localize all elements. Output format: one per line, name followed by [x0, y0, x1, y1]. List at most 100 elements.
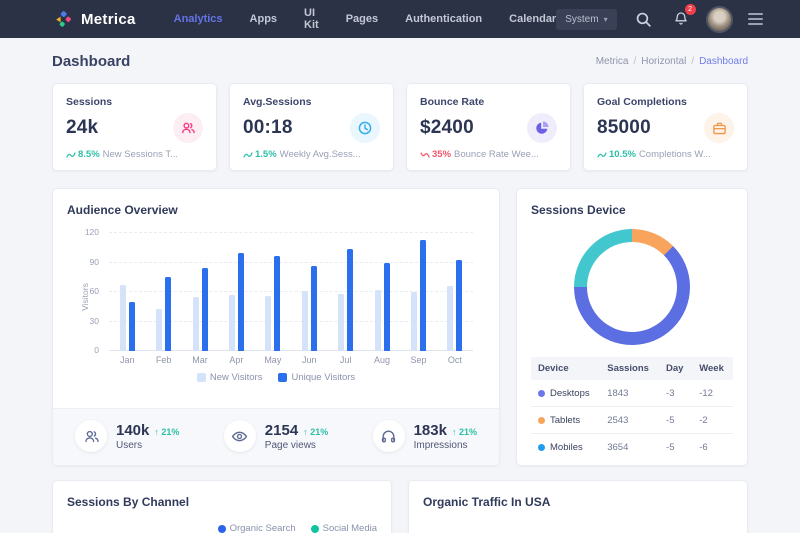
y-tick-label: 0 [94, 345, 99, 355]
metrica-logo-icon [55, 10, 74, 29]
footer-stat-impressions: 183k ↑ 21% Impressions [373, 420, 477, 452]
users-icon [173, 113, 203, 143]
navbar-right: System ▾ 2 [556, 8, 762, 31]
sessions-device-donut-chart[interactable] [574, 229, 690, 345]
stat-title: Avg.Sessions [243, 96, 380, 108]
x-tick-label: Jun [291, 355, 327, 365]
bar [338, 294, 344, 351]
stat-card-sessions: Sessions 24k 8.5% New Sessions T... [52, 83, 217, 171]
nav-item-analytics[interactable]: Analytics [174, 13, 223, 25]
breadcrumb-horizontal[interactable]: Horizontal [641, 56, 686, 67]
bar [165, 277, 171, 351]
nav-item-ui-kit[interactable]: UI Kit [304, 7, 319, 31]
x-tick-label: Oct [437, 355, 473, 365]
bar-group-may[interactable] [255, 233, 291, 351]
column-header-device: Device [531, 357, 600, 380]
footer-stat-value: 183k [414, 422, 447, 439]
bar-group-jan[interactable] [109, 233, 145, 351]
x-tick-label: Mar [182, 355, 218, 365]
stat-title: Bounce Rate [420, 96, 557, 108]
bar [120, 285, 126, 351]
y-tick-label: 90 [90, 257, 99, 267]
sessions-by-channel-title: Sessions By Channel [67, 495, 377, 509]
legend-item-organic-search[interactable]: Organic Search [218, 523, 296, 533]
stat-cards-row: Sessions 24k 8.5% New Sessions T... Avg.… [0, 83, 800, 171]
briefcase-icon [704, 113, 734, 143]
bar-group-oct[interactable] [437, 233, 473, 351]
stat-card-bounce-rate: Bounce Rate $2400 35% Bounce Rate Wee... [406, 83, 571, 171]
bar [420, 240, 426, 351]
y-tick-label: 30 [90, 316, 99, 326]
legend-swatch [278, 373, 287, 382]
sessions-device-title: Sessions Device [531, 203, 733, 217]
channel-legend: Organic Search Social Media [67, 523, 377, 533]
footer-stat-delta: ↑ 21% [154, 427, 179, 437]
headphones-icon [373, 420, 405, 452]
stat-desc: Completions W... [639, 149, 711, 160]
nav-item-apps[interactable]: Apps [250, 13, 278, 25]
y-tick-label: 60 [90, 286, 99, 296]
bar [456, 260, 462, 351]
footer-stat-value: 2154 [265, 422, 298, 439]
menu-hamburger-icon[interactable] [748, 13, 763, 25]
pie-chart-icon [527, 113, 557, 143]
column-header-week: Week [692, 357, 733, 380]
breadcrumb-separator: / [691, 56, 694, 67]
bottom-row: Sessions By Channel Organic Search Socia… [0, 480, 800, 533]
footer-stat-page-views: 2154 ↑ 21% Page views [224, 420, 328, 452]
audience-overview-title: Audience Overview [67, 203, 485, 217]
legend-item-new-visitors[interactable]: New Visitors [197, 372, 263, 383]
trend-indicator: 1.5% [243, 149, 277, 160]
bar-group-sep[interactable] [400, 233, 436, 351]
audience-legend: New Visitors Unique Visitors [67, 372, 485, 383]
search-icon[interactable] [634, 9, 654, 29]
nav-item-pages[interactable]: Pages [346, 13, 378, 25]
nav-item-authentication[interactable]: Authentication [405, 13, 482, 25]
bar-group-jul[interactable] [327, 233, 363, 351]
bar-group-mar[interactable] [182, 233, 218, 351]
footer-stat-delta: ↑ 21% [452, 427, 477, 437]
notifications-bell-icon[interactable]: 2 [671, 9, 691, 29]
brand-name: Metrica [81, 11, 136, 28]
system-dropdown-label: System [565, 14, 598, 25]
bar-group-aug[interactable] [364, 233, 400, 351]
user-avatar[interactable] [708, 8, 731, 31]
legend-item-unique-visitors[interactable]: Unique Visitors [278, 372, 355, 383]
nav-item-calendar[interactable]: Calendar [509, 13, 556, 25]
bar [384, 263, 390, 352]
brand[interactable]: Metrica [55, 10, 136, 29]
sessions-by-channel-card: Sessions By Channel Organic Search Socia… [52, 480, 392, 533]
bar [156, 309, 162, 351]
sessions-device-table: Device Sassions Day Week Desktops 1843 -… [531, 357, 733, 460]
stat-footnote: 1.5% Weekly Avg.Sess... [243, 149, 380, 160]
tablets-dot-icon [538, 417, 545, 424]
trend-indicator: 35% [420, 149, 451, 160]
x-tick-label: Aug [364, 355, 400, 365]
stat-title: Sessions [66, 96, 203, 108]
bar [411, 292, 417, 351]
bar [238, 253, 244, 351]
bar [193, 297, 199, 351]
bar-group-apr[interactable] [218, 233, 254, 351]
page-title: Dashboard [52, 53, 130, 70]
audience-overview-card: Audience Overview 0306090120 Visitors Ja… [52, 188, 500, 466]
breadcrumb-metrica[interactable]: Metrica [596, 56, 629, 67]
stat-value: 00:18 [243, 117, 293, 139]
breadcrumb-separator: / [633, 56, 636, 67]
audience-x-labels: JanFebMarAprMayJunJulAugSepOct [109, 355, 473, 365]
bar [274, 256, 280, 351]
y-tick-label: 120 [85, 227, 99, 237]
footer-stat-value: 140k [116, 422, 149, 439]
bar-group-feb[interactable] [145, 233, 181, 351]
stat-desc: New Sessions T... [103, 149, 178, 160]
system-dropdown[interactable]: System ▾ [556, 9, 616, 30]
footer-stat-delta: ↑ 21% [303, 427, 328, 437]
legend-item-social-media[interactable]: Social Media [311, 523, 377, 533]
usa-map: + [423, 513, 733, 533]
breadcrumb-current: Dashboard [699, 56, 748, 67]
bar-group-jun[interactable] [291, 233, 327, 351]
x-tick-label: Jan [109, 355, 145, 365]
stat-footnote: 10.5% Completions W... [597, 149, 734, 160]
organic-traffic-title: Organic Traffic In USA [423, 495, 733, 509]
x-tick-label: May [255, 355, 291, 365]
